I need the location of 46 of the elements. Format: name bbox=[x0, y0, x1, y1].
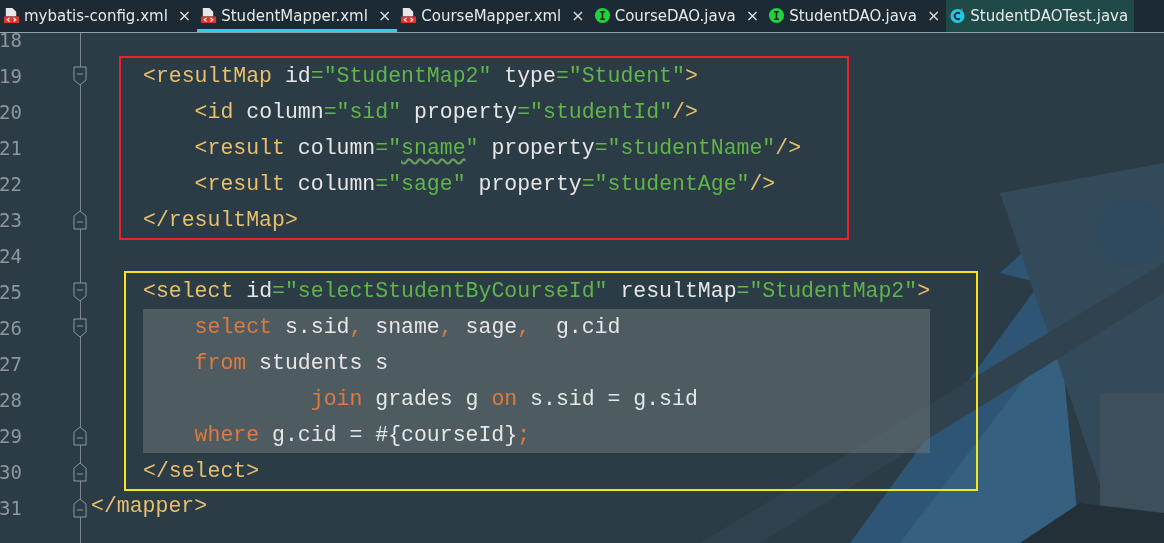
fold-icon[interactable] bbox=[73, 66, 87, 86]
interface-icon bbox=[593, 7, 611, 24]
close-icon[interactable]: × bbox=[745, 6, 760, 25]
fold-icon[interactable] bbox=[73, 426, 87, 446]
editor-tab[interactable]: CourseMapper.xml × bbox=[397, 0, 591, 32]
fold-icon[interactable] bbox=[73, 318, 87, 338]
close-icon[interactable]: × bbox=[926, 6, 941, 25]
line-number: 28 bbox=[0, 389, 22, 411]
line-number: 20 bbox=[0, 101, 22, 123]
fold-icon[interactable] bbox=[73, 498, 87, 518]
line-number: 24 bbox=[0, 245, 22, 267]
line-number: 25 bbox=[0, 281, 22, 303]
code-line: </select> bbox=[143, 457, 261, 485]
line-number: 29 bbox=[0, 425, 22, 447]
line-number: 18 bbox=[0, 33, 22, 51]
interface-icon bbox=[768, 7, 786, 24]
line-number: 31 bbox=[0, 497, 22, 519]
editor-tab[interactable]: StudentDAOTest.java bbox=[946, 0, 1135, 32]
fold-icon[interactable] bbox=[73, 282, 87, 302]
code-line: <select id="selectStudentByCourseId" resultMap="StudentMap2"> bbox=[143, 277, 931, 305]
fold-icon[interactable] bbox=[73, 210, 87, 230]
code-line: <id column="sid" property="studentId"/> bbox=[193, 98, 699, 126]
xml-file-icon bbox=[400, 7, 418, 24]
editor-tab[interactable]: CourseDAO.java × bbox=[590, 0, 766, 32]
close-icon[interactable]: × bbox=[377, 6, 392, 25]
code-line: </resultMap> bbox=[143, 206, 299, 234]
editor-tab[interactable]: StudentMapper.xml × bbox=[197, 0, 398, 32]
close-icon[interactable]: × bbox=[177, 6, 192, 25]
line-number: 22 bbox=[0, 173, 22, 195]
line-number: 26 bbox=[0, 317, 22, 339]
line-number: 30 bbox=[0, 461, 22, 483]
close-icon[interactable]: × bbox=[571, 6, 585, 25]
fold-icon[interactable] bbox=[73, 462, 87, 482]
editor-tab[interactable]: mybatis-config.xml × bbox=[0, 0, 198, 32]
code-line: <result column="sage" property="studentAge"/> bbox=[193, 170, 777, 198]
code-line: <result column="sname" property="studentName"/> bbox=[193, 134, 802, 162]
xml-file-icon bbox=[3, 7, 20, 24]
xml-file-icon bbox=[200, 7, 218, 24]
line-number: 27 bbox=[0, 353, 22, 375]
code-line: </mapper> bbox=[91, 493, 208, 520]
code-line: <resultMap id="StudentMap2" type="Student"> bbox=[143, 62, 699, 90]
line-number: 23 bbox=[0, 209, 22, 231]
line-number: 19 bbox=[0, 65, 22, 87]
line-number: 21 bbox=[0, 137, 22, 159]
class-icon bbox=[949, 7, 967, 24]
editor-tab[interactable]: StudentDAO.java × bbox=[765, 0, 947, 32]
